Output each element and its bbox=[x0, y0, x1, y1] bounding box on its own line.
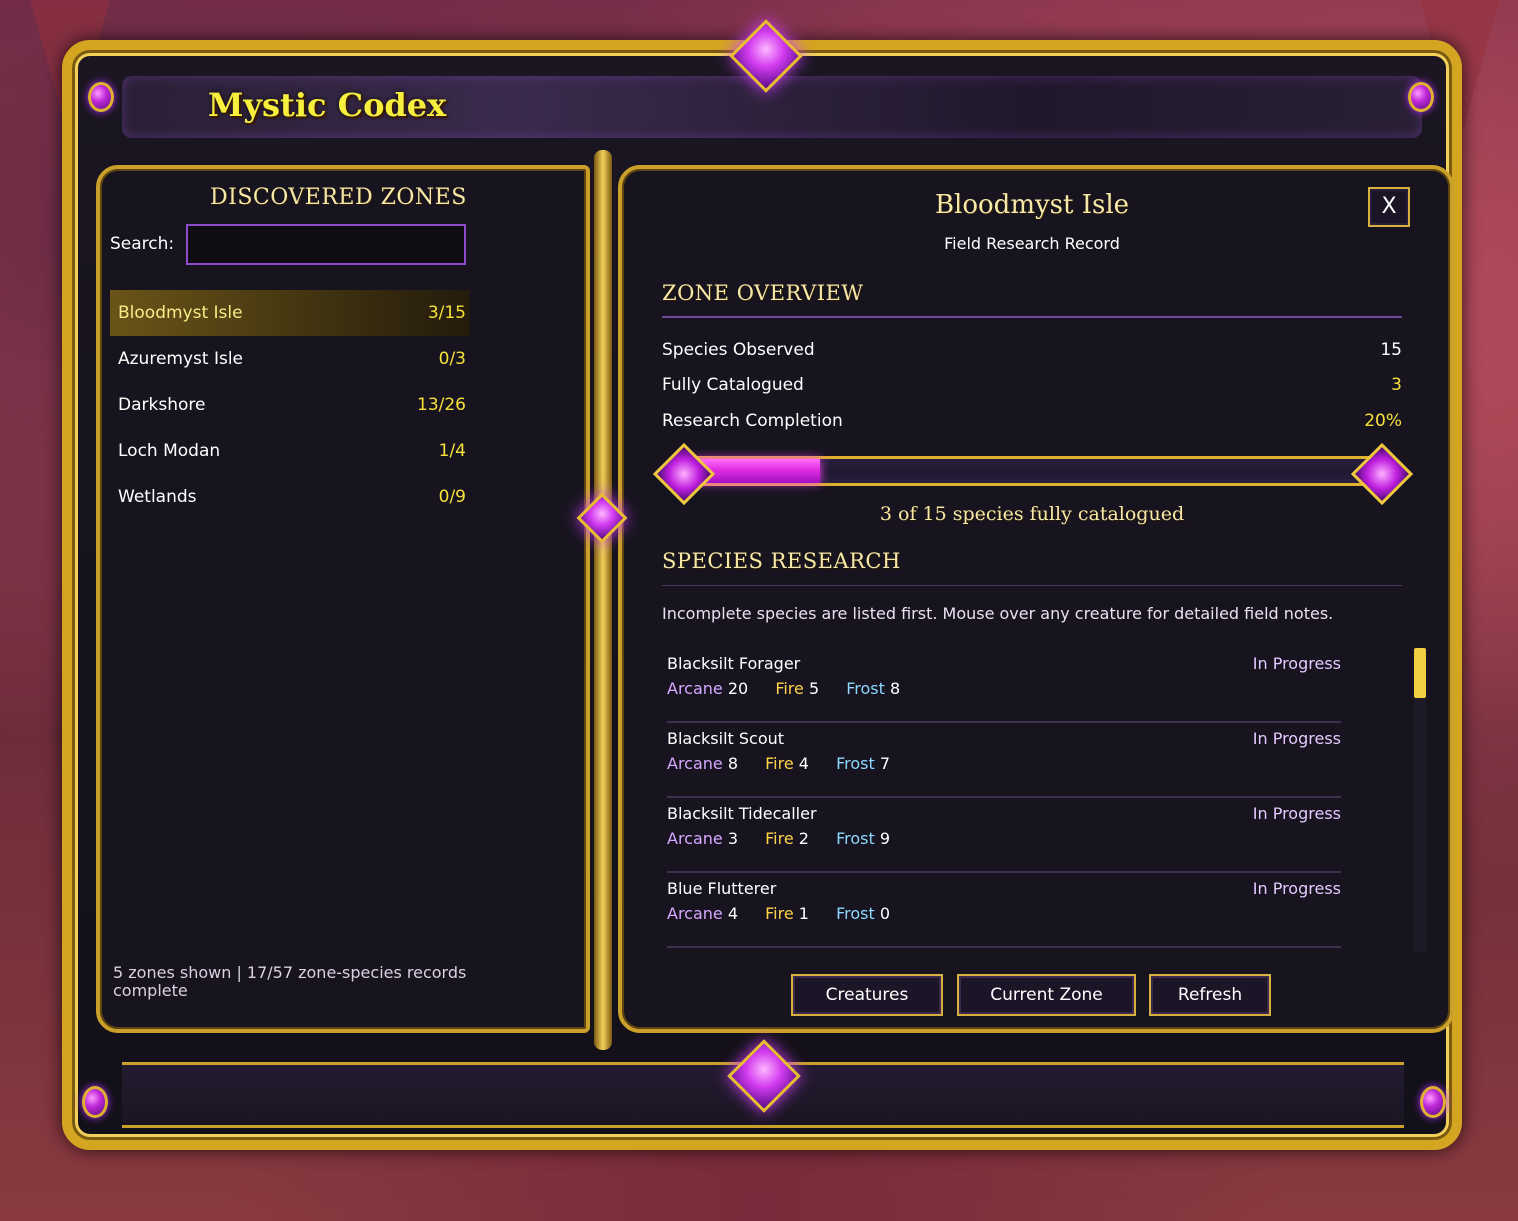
zone-count: 0/3 bbox=[438, 349, 466, 369]
zone-count: 1/4 bbox=[438, 441, 466, 461]
close-button[interactable]: X bbox=[1368, 187, 1410, 227]
fire-value: 2 bbox=[798, 829, 809, 848]
scrollbar-thumb[interactable] bbox=[1414, 648, 1426, 698]
species-item[interactable]: Blacksilt Tidecaller In Progress Arcane … bbox=[667, 798, 1341, 873]
refresh-button[interactable]: Refresh bbox=[1149, 974, 1271, 1016]
arcane-value: 4 bbox=[727, 904, 739, 923]
zone-list: Bloodmyst Isle 3/15 Azuremyst Isle 0/3 D… bbox=[110, 290, 470, 520]
zone-item-darkshore[interactable]: Darkshore 13/26 bbox=[110, 382, 470, 428]
corner-gem-icon bbox=[1408, 82, 1434, 112]
fire-value: 1 bbox=[798, 904, 809, 923]
species-name: Blue Flutterer bbox=[667, 879, 777, 898]
species-status: In Progress bbox=[1252, 804, 1341, 823]
species-status: In Progress bbox=[1252, 654, 1341, 673]
zone-count: 3/15 bbox=[427, 303, 466, 323]
corner-gem-icon bbox=[82, 1086, 108, 1118]
zone-item-loch-modan[interactable]: Loch Modan 1/4 bbox=[110, 428, 470, 474]
creatures-button[interactable]: Creatures bbox=[791, 974, 943, 1016]
zone-item-azuremyst-isle[interactable]: Azuremyst Isle 0/3 bbox=[110, 336, 470, 382]
zones-summary: 5 zones shown | 17/57 zone-species recor… bbox=[113, 963, 467, 1000]
stat-label: Research Completion bbox=[662, 411, 843, 431]
divider-line bbox=[662, 585, 1402, 586]
arcane-label: Arcane bbox=[667, 829, 723, 848]
species-name: Blacksilt Scout bbox=[667, 729, 785, 748]
frost-value: 9 bbox=[879, 829, 891, 848]
species-item[interactable]: Blue Flutterer In Progress Arcane 4 Fire… bbox=[667, 873, 1341, 948]
stat-value: 15 bbox=[1380, 340, 1402, 360]
arcane-value: 3 bbox=[727, 829, 739, 848]
zone-item-bloodmyst-isle[interactable]: Bloodmyst Isle 3/15 bbox=[110, 290, 470, 336]
search-input[interactable] bbox=[186, 224, 466, 265]
divider-line bbox=[662, 316, 1402, 318]
frost-label: Frost bbox=[846, 679, 885, 698]
fire-label: Fire bbox=[775, 679, 804, 698]
zone-name: Wetlands bbox=[118, 487, 197, 507]
species-name: Blacksilt Tidecaller bbox=[667, 804, 817, 823]
species-status: In Progress bbox=[1252, 879, 1341, 898]
discovered-zones-heading: DISCOVERED ZONES bbox=[210, 185, 467, 210]
stat-value: 20% bbox=[1364, 411, 1402, 431]
frost-value: 7 bbox=[879, 754, 891, 773]
frost-label: Frost bbox=[836, 754, 875, 773]
corner-gem-icon bbox=[88, 82, 114, 112]
fire-label: Fire bbox=[765, 904, 794, 923]
species-scrollbar[interactable] bbox=[1414, 648, 1426, 952]
arcane-value: 20 bbox=[727, 679, 749, 698]
frost-value: 0 bbox=[879, 904, 891, 923]
species-status: In Progress bbox=[1252, 729, 1341, 748]
fire-value: 4 bbox=[798, 754, 809, 773]
zone-name: Bloodmyst Isle bbox=[118, 303, 243, 323]
zone-item-wetlands[interactable]: Wetlands 0/9 bbox=[110, 474, 470, 520]
arcane-value: 8 bbox=[727, 754, 739, 773]
arcane-label: Arcane bbox=[667, 679, 723, 698]
zone-title: Bloodmyst Isle bbox=[934, 190, 1130, 220]
frost-label: Frost bbox=[836, 904, 875, 923]
zone-count: 13/26 bbox=[417, 395, 466, 415]
zone-name: Darkshore bbox=[118, 395, 206, 415]
frost-label: Frost bbox=[836, 829, 875, 848]
panel-divider bbox=[594, 150, 612, 1050]
fire-value: 5 bbox=[808, 679, 820, 698]
stat-species-observed: Species Observed 15 bbox=[662, 340, 1402, 360]
species-name: Blacksilt Forager bbox=[667, 654, 801, 673]
arcane-label: Arcane bbox=[667, 904, 723, 923]
stat-value: 3 bbox=[1391, 375, 1402, 395]
zone-name: Loch Modan bbox=[118, 441, 221, 461]
corner-gem-icon bbox=[1420, 1086, 1446, 1118]
frost-value: 8 bbox=[890, 679, 901, 698]
species-note: Incomplete species are listed first. Mou… bbox=[662, 604, 1334, 623]
zone-count: 0/9 bbox=[438, 487, 466, 507]
zone-name: Azuremyst Isle bbox=[118, 349, 244, 369]
stat-research-completion: Research Completion 20% bbox=[662, 411, 1402, 431]
window-title: Mystic Codex bbox=[208, 86, 447, 124]
stat-fully-catalogued: Fully Catalogued 3 bbox=[662, 375, 1402, 395]
zone-subtitle: Field Research Record bbox=[944, 234, 1120, 253]
species-item[interactable]: Blacksilt Scout In Progress Arcane 8 Fir… bbox=[667, 723, 1341, 798]
fire-label: Fire bbox=[765, 829, 794, 848]
arcane-label: Arcane bbox=[667, 754, 723, 773]
search-label: Search: bbox=[110, 234, 175, 254]
species-research-heading: SPECIES RESEARCH bbox=[662, 549, 901, 573]
progress-caption: 3 of 15 species fully catalogued bbox=[879, 503, 1185, 525]
fire-label: Fire bbox=[765, 754, 794, 773]
species-list: Blacksilt Forager In Progress Arcane 20 … bbox=[667, 648, 1341, 948]
research-progress-bar bbox=[680, 456, 1380, 486]
stat-label: Species Observed bbox=[662, 340, 815, 360]
stat-label: Fully Catalogued bbox=[662, 375, 804, 395]
current-zone-button[interactable]: Current Zone bbox=[957, 974, 1136, 1016]
species-item[interactable]: Blacksilt Forager In Progress Arcane 20 … bbox=[667, 648, 1341, 723]
zone-overview-heading: ZONE OVERVIEW bbox=[662, 281, 864, 305]
